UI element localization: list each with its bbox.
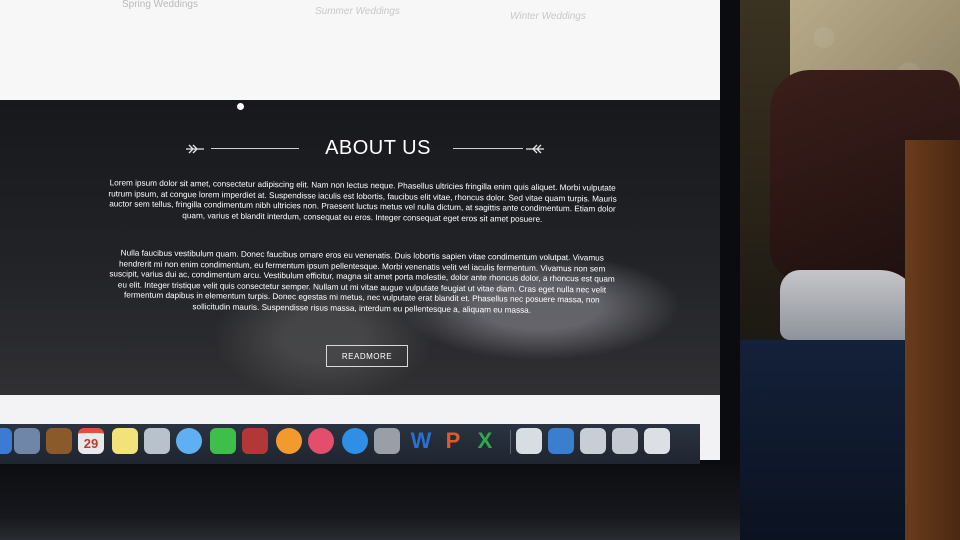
- category-winter[interactable]: Winter Weddings: [510, 11, 586, 22]
- about-title: ABOUT US: [325, 137, 431, 159]
- powerpoint-icon[interactable]: P: [440, 428, 466, 454]
- page-bottom-strip: [0, 395, 700, 423]
- laptop-chin: [0, 464, 740, 540]
- carpet: [730, 340, 930, 540]
- preview-icon[interactable]: [14, 428, 40, 454]
- itunes-icon[interactable]: [308, 428, 334, 454]
- trash-icon[interactable]: [644, 428, 670, 454]
- notes-icon[interactable]: [112, 428, 138, 454]
- calendar-icon[interactable]: 29: [78, 428, 104, 454]
- ornament-left-icon: [185, 142, 205, 156]
- photo-booth-icon[interactable]: [144, 428, 170, 454]
- finder-icon[interactable]: [0, 428, 12, 454]
- downloads-stack-icon[interactable]: [612, 428, 638, 454]
- contacts-icon[interactable]: [46, 428, 72, 454]
- excel-glyph: X: [477, 428, 493, 453]
- sheet: [780, 270, 920, 340]
- excel-icon[interactable]: X: [472, 428, 498, 454]
- facetime-icon[interactable]: [210, 428, 236, 454]
- door-frame: [905, 140, 960, 540]
- dock-separator: [510, 430, 511, 454]
- photo-collage-icon[interactable]: [242, 428, 268, 454]
- messages-icon[interactable]: [176, 428, 202, 454]
- screen-sharing-icon[interactable]: [580, 428, 606, 454]
- heading-line-right: [453, 148, 523, 149]
- laptop-screen: Spring Weddings Summer Weddings Winter W…: [0, 0, 720, 460]
- readmore-button[interactable]: READMORE: [326, 345, 408, 367]
- documents-icon[interactable]: [516, 428, 542, 454]
- app-store-icon[interactable]: [342, 428, 368, 454]
- about-heading: ABOUT US: [185, 137, 545, 163]
- quicktime-icon[interactable]: [548, 428, 574, 454]
- ornament-right-icon: [525, 142, 545, 156]
- about-paragraph-1: Lorem ipsum dolor sit amet, consectetur …: [108, 178, 617, 224]
- word-icon[interactable]: W: [408, 428, 434, 454]
- heading-line-left: [211, 148, 299, 149]
- word-glyph: W: [410, 428, 432, 453]
- slider-dot[interactable]: [237, 103, 244, 110]
- photos-icon[interactable]: [276, 428, 302, 454]
- category-summer[interactable]: Summer Weddings: [315, 6, 400, 17]
- system-preferences-icon[interactable]: [374, 428, 400, 454]
- about-paragraph-2: Nulla faucibus vestibulum quam. Donec fa…: [109, 248, 615, 315]
- category-strip: Spring Weddings Summer Weddings Winter W…: [0, 0, 720, 110]
- calendar-date: 29: [83, 436, 99, 451]
- category-spring[interactable]: Spring Weddings: [122, 0, 198, 10]
- powerpoint-glyph: P: [445, 428, 461, 453]
